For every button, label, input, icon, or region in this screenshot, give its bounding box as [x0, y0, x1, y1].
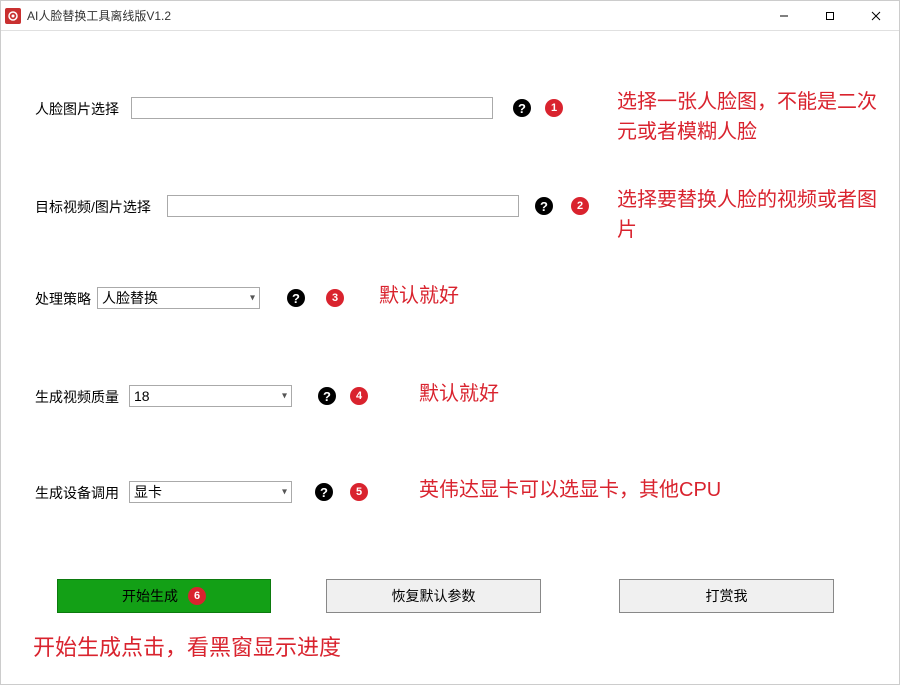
quality-combo[interactable]: 18 ▾	[129, 385, 292, 407]
start-button[interactable]: 开始生成 6	[57, 579, 271, 613]
donate-button[interactable]: 打赏我	[619, 579, 834, 613]
quality-value: 18	[134, 388, 150, 404]
badge-5: 5	[350, 483, 368, 501]
app-icon	[5, 8, 21, 24]
help-icon[interactable]: ?	[535, 197, 553, 215]
badge-6: 6	[188, 587, 206, 605]
help-icon[interactable]: ?	[287, 289, 305, 307]
strategy-label: 处理策略	[35, 289, 91, 309]
footer-hint: 开始生成点击，看黑窗显示进度	[33, 631, 341, 664]
window-title: AI人脸替换工具离线版V1.2	[27, 7, 171, 24]
hint-3: 默认就好	[379, 281, 459, 311]
quality-label: 生成视频质量	[35, 387, 119, 407]
close-button[interactable]	[853, 1, 899, 31]
badge-4: 4	[350, 387, 368, 405]
titlebar: AI人脸替换工具离线版V1.2	[1, 1, 899, 31]
chevron-down-icon: ▾	[282, 487, 287, 498]
chevron-down-icon: ▾	[250, 293, 255, 304]
minimize-button[interactable]	[761, 1, 807, 31]
help-icon[interactable]: ?	[513, 99, 531, 117]
face-select-label: 人脸图片选择	[35, 99, 119, 119]
face-select-input[interactable]	[131, 97, 493, 119]
badge-3: 3	[326, 289, 344, 307]
hint-1: 选择一张人脸图，不能是二次元或者模糊人脸	[617, 87, 887, 147]
maximize-button[interactable]	[807, 1, 853, 31]
device-value: 显卡	[134, 482, 162, 502]
help-icon[interactable]: ?	[318, 387, 336, 405]
reset-button-label: 恢复默认参数	[392, 586, 476, 606]
target-select-label: 目标视频/图片选择	[35, 197, 151, 217]
device-label: 生成设备调用	[35, 483, 119, 503]
hint-5: 英伟达显卡可以选显卡，其他CPU	[419, 475, 721, 505]
strategy-value: 人脸替换	[102, 288, 158, 308]
badge-1: 1	[545, 99, 563, 117]
reset-button[interactable]: 恢复默认参数	[326, 579, 541, 613]
hint-4: 默认就好	[419, 379, 499, 409]
hint-2: 选择要替换人脸的视频或者图片	[617, 185, 887, 245]
target-select-input[interactable]	[167, 195, 519, 217]
help-icon[interactable]: ?	[315, 483, 333, 501]
start-button-label: 开始生成	[122, 586, 178, 606]
device-combo[interactable]: 显卡 ▾	[129, 481, 292, 503]
strategy-combo[interactable]: 人脸替换 ▾	[97, 287, 260, 309]
window-controls	[761, 1, 899, 31]
chevron-down-icon: ▾	[282, 391, 287, 402]
donate-button-label: 打赏我	[706, 586, 748, 606]
badge-2: 2	[571, 197, 589, 215]
